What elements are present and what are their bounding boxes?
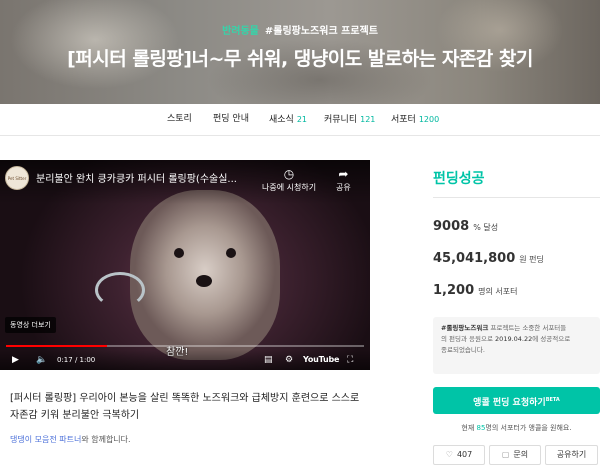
inquiry-button[interactable]: ▢ 문의 (489, 445, 541, 465)
partner-suffix: 와 함께합니다. (81, 435, 131, 444)
encore-waiting-text: 현재 85명의 서포터가 앵콜을 원해요. (433, 423, 600, 433)
dog-thumbnail (130, 190, 280, 360)
tab-count: 21 (296, 115, 308, 124)
notice-date: 2019.04.22 (495, 335, 533, 343)
channel-avatar[interactable]: Pet Sitter (5, 166, 29, 190)
share-video-button[interactable]: ➦ 공유 (336, 166, 351, 193)
achievement-rate: 9008% 달성 (433, 219, 498, 234)
video-progress-fill (6, 345, 108, 347)
like-button[interactable]: ♡ 407 (433, 445, 485, 465)
beta-badge: BETA (545, 397, 560, 403)
chat-icon: ▢ (501, 450, 510, 459)
video-progress-bar[interactable] (6, 345, 364, 347)
collar-graphic (95, 272, 145, 308)
youtube-logo[interactable]: YouTube (303, 353, 339, 367)
category-link[interactable]: 반려동물 (222, 26, 259, 37)
dog-nose (196, 275, 212, 287)
funding-status: 펀딩성공 (433, 171, 485, 187)
partner-link[interactable]: 댕댕이 모음전 파트너 (10, 435, 81, 444)
tab-label: 커뮤니티 (324, 115, 358, 125)
video-title[interactable]: 분리불안 완치 킁카킁카 퍼시터 롤링팡(수술실... (36, 170, 258, 185)
tab-count: 121 (360, 115, 376, 124)
achievement-unit: % 달성 (473, 223, 499, 232)
settings-gear-icon[interactable]: ⚙ (285, 353, 293, 367)
fullscreen-icon[interactable]: ⛶ (347, 353, 353, 367)
funded-amount: 45,041,800 원 펀딩 (433, 251, 544, 266)
tab-count: 1200 (418, 115, 440, 124)
encore-funding-button[interactable]: 앵콜 펀딩 요청하기BETA (433, 387, 600, 414)
share-button[interactable]: 공유하기 (545, 445, 598, 465)
more-videos-button[interactable]: 동영상 더보기 (5, 317, 56, 333)
tab-label: 펀딩 안내 (213, 114, 249, 124)
share-label: 공유하기 (556, 450, 587, 459)
video-controls: ▶ 🔈 0:17 / 1:00 ▤ ⚙ YouTube ⛶ (0, 350, 370, 370)
amount-value: 45,041,800 (433, 251, 516, 266)
inquiry-label: 문의 (513, 450, 529, 459)
notice-project-tag: #롤링팡노즈워크 (441, 324, 489, 332)
tab-label: 스토리 (167, 114, 192, 124)
tab-bar: 스토리 펀딩 안내 새소식 21 커뮤니티 121 서포터 1200 (0, 104, 600, 136)
tab-supporters[interactable]: 서포터 1200 (391, 104, 439, 135)
notice-line1: 프로젝트는 소중한 서포터들 (488, 324, 567, 332)
page-title: [퍼시터 롤링팡]너~무 쉬워, 댕냥이도 발로하는 자존감 찾기 (67, 48, 533, 70)
divider (433, 197, 600, 198)
subtitles-icon[interactable]: ▤ (264, 353, 273, 367)
tab-label: 새소식 (269, 115, 294, 125)
project-summary: [퍼시터 롤링팡] 우리아이 본능을 살린 똑똑한 노즈워크와 급체방지 훈련으… (10, 393, 360, 421)
watch-later-button[interactable]: ◷ 나중에 시청하기 (262, 166, 316, 193)
hero-categories: 반려동물 #롤링팡노즈워크 프로젝트 (0, 22, 600, 37)
achievement-value: 9008 (433, 219, 470, 234)
waiting-suffix: 명의 서포터가 앵콜을 원해요. (485, 424, 572, 432)
tab-story[interactable]: 스토리 (167, 104, 192, 135)
heart-icon: ♡ (445, 450, 453, 459)
notice-line3: 종료되었습니다. (441, 346, 485, 354)
tab-news[interactable]: 새소식 21 (269, 104, 307, 135)
volume-icon[interactable]: 🔈 (36, 353, 47, 367)
channel-avatar-text: Pet Sitter (7, 176, 27, 181)
watch-later-label: 나중에 시청하기 (262, 183, 317, 192)
amount-unit: 원 펀딩 (519, 255, 544, 264)
share-arrow-icon: ➦ (338, 167, 349, 181)
hero-banner: 반려동물 #롤링팡노즈워크 프로젝트 [퍼시터 롤링팡]너~무 쉬워, 댕냥이도 … (0, 0, 600, 104)
supporter-count: 1,200 명의 서포터 (433, 283, 517, 298)
tab-funding-info[interactable]: 펀딩 안내 (213, 104, 249, 135)
video-time: 0:17 / 1:00 (57, 356, 96, 364)
clock-icon: ◷ (283, 167, 295, 181)
supporters-value: 1,200 (433, 283, 475, 298)
notice-line2-prefix: 의 펀딩과 응원으로 (441, 335, 496, 343)
encore-label: 앵콜 펀딩 요청하기 (473, 398, 546, 408)
like-count: 407 (456, 450, 473, 459)
partner-line: 댕댕이 모음전 파트너와 함께합니다. (10, 434, 131, 445)
video-player[interactable]: Pet Sitter 분리불안 완치 킁카킁카 퍼시터 롤링팡(수술실... ◷… (0, 160, 370, 370)
waiting-prefix: 현재 (461, 424, 477, 432)
tab-label: 서포터 (391, 115, 416, 125)
share-video-label: 공유 (336, 183, 351, 192)
notice-line2-suffix: 에 성공적으로 (532, 335, 571, 343)
play-icon[interactable]: ▶ (12, 353, 19, 367)
dog-eye (174, 248, 184, 258)
project-tag[interactable]: #롤링팡노즈워크 프로젝트 (265, 26, 378, 37)
success-notice: #롤링팡노즈워크 프로젝트는 소중한 서포터들 의 펀딩과 응원으로 2019.… (433, 317, 600, 374)
dog-eye (226, 248, 236, 258)
tab-community[interactable]: 커뮤니티 121 (324, 104, 375, 135)
supporters-unit: 명의 서포터 (478, 287, 518, 296)
